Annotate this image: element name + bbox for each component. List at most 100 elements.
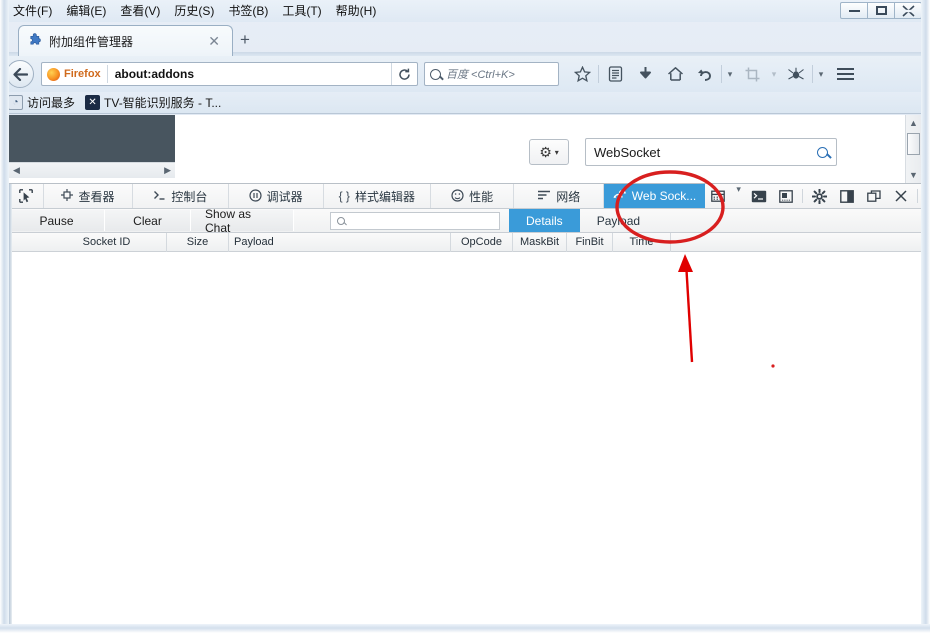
screenshot-crop-icon[interactable]	[737, 60, 767, 88]
debugger-icon	[249, 188, 262, 204]
addons-tools-menu-button[interactable]: ⚙ ▾	[529, 139, 569, 165]
devtools-panel: 查看器 控制台 调试器 {} 样式编辑器 性能 网络 Web Sock... …	[9, 183, 921, 625]
bookmark-tv-site[interactable]: ✕ TV-智能识别服务 - T...	[85, 94, 221, 111]
scrollbar-thumb[interactable]	[907, 133, 920, 155]
responsive-design-icon[interactable]	[705, 184, 732, 208]
addons-search-value: WebSocket	[594, 144, 661, 160]
reload-icon	[399, 68, 410, 80]
column-header-socket-id[interactable]: Socket ID	[47, 232, 167, 252]
addon-puzzle-icon	[27, 33, 43, 49]
bookmark-star-icon[interactable]	[567, 60, 597, 88]
undo-caret-icon[interactable]: ▾	[723, 69, 737, 80]
devtools-tab-console[interactable]: 控制台	[133, 184, 229, 208]
bookmark-label: TV-智能识别服务 - T...	[104, 96, 222, 110]
scroll-up-icon[interactable]: ▲	[906, 115, 921, 131]
separate-window-icon[interactable]	[860, 184, 887, 208]
pause-button[interactable]: Pause	[9, 210, 105, 231]
scroll-down-icon[interactable]: ▼	[906, 167, 921, 183]
addons-category-sidebar[interactable]	[9, 115, 175, 162]
minimize-icon	[848, 9, 860, 12]
scroll-right-icon[interactable]: ▶	[164, 165, 171, 176]
devtools-tab-style-editor[interactable]: { } 样式编辑器	[324, 184, 431, 208]
browser-window: 文件(F) 编辑(E) 查看(V) 历史(S) 书签(B) 工具(T) 帮助(H…	[0, 0, 930, 633]
addons-search-input[interactable]: WebSocket	[585, 138, 837, 166]
search-bar[interactable]: 百度 <Ctrl+K>	[424, 62, 559, 86]
toolbar-divider-3	[812, 65, 813, 83]
devtools-divider-2	[917, 189, 918, 203]
bookmark-most-visited[interactable]: ◔ 访问最多	[8, 94, 75, 111]
menu-item-help[interactable]: 帮助(H)	[329, 1, 384, 21]
url-input[interactable]: about:addons	[108, 67, 391, 81]
websocket-subtoolbar: Pause Clear Show as Chat Details Payload	[9, 207, 921, 235]
devtools-divider	[802, 189, 804, 203]
show-as-chat-button[interactable]: Show as Chat	[191, 207, 294, 235]
bookmark-label: 访问最多	[27, 96, 76, 110]
home-icon[interactable]	[660, 60, 690, 88]
devtools-tab-label: 网络	[556, 189, 581, 204]
back-button[interactable]	[6, 60, 34, 88]
window-frame-left	[0, 0, 9, 633]
element-picker-button[interactable]	[9, 184, 44, 208]
tab-payload[interactable]: Payload	[580, 209, 657, 232]
close-devtools-icon[interactable]	[887, 184, 914, 208]
menu-item-edit[interactable]: 编辑(E)	[59, 1, 113, 21]
inspector-icon	[61, 189, 74, 203]
websocket-frames-list[interactable]	[9, 252, 921, 624]
tab-close-icon[interactable]: ✕	[204, 33, 224, 50]
url-bar[interactable]: Firefox about:addons	[41, 62, 418, 86]
menu-bar: 文件(F) 编辑(E) 查看(V) 历史(S) 书签(B) 工具(T) 帮助(H…	[0, 0, 930, 22]
tab-details[interactable]: Details	[509, 209, 580, 232]
settings-gear-icon[interactable]	[806, 184, 833, 208]
devtools-tab-websocket[interactable]: Web Sock...	[604, 184, 706, 208]
screenshot-caret-icon[interactable]: ▾	[767, 69, 781, 80]
menu-item-tools[interactable]: 工具(T)	[275, 1, 328, 21]
column-header-time[interactable]: Time	[613, 232, 671, 252]
addons-toolbar: ⚙ ▾ WebSocket	[529, 138, 837, 166]
column-header-finbit[interactable]: FinBit	[567, 232, 613, 252]
devtools-tab-label: 调试器	[266, 189, 303, 204]
devtools-tab-label: 样式编辑器	[354, 189, 415, 204]
bookmarks-toolbar: ◔ 访问最多 ✕ TV-智能识别服务 - T...	[0, 92, 930, 114]
tab-title: 附加组件管理器	[49, 34, 134, 49]
column-header-payload[interactable]: Payload	[229, 232, 451, 252]
menu-item-bookmarks[interactable]: 书签(B)	[221, 1, 275, 21]
close-button[interactable]	[894, 2, 922, 19]
scratchpad-console-icon[interactable]	[745, 184, 772, 208]
reading-list-icon[interactable]	[600, 60, 630, 88]
column-header-maskbit[interactable]: MaskBit	[513, 232, 567, 252]
devtools-tab-debugger[interactable]: 调试器	[229, 184, 324, 208]
minimize-button[interactable]	[840, 2, 868, 19]
hamburger-menu-button[interactable]	[828, 60, 862, 88]
maximize-icon	[875, 6, 887, 15]
websocket-filter-input[interactable]	[330, 212, 500, 230]
devtools-tab-inspector[interactable]: 查看器	[44, 184, 134, 208]
eyedropper-icon[interactable]	[772, 184, 799, 208]
reload-button[interactable]	[391, 63, 417, 85]
menu-item-view[interactable]: 查看(V)	[113, 1, 167, 21]
page-vertical-scrollbar[interactable]: ▲ ▼	[905, 115, 921, 183]
new-tab-button[interactable]: +	[240, 31, 250, 48]
addons-horizontal-scrollbar[interactable]: ◀ ▶	[9, 162, 175, 178]
addon-extension-icon[interactable]	[781, 60, 811, 88]
addon-caret-icon[interactable]: ▾	[814, 69, 828, 80]
window-controls	[840, 2, 922, 19]
devtools-tab-network[interactable]: 网络	[514, 184, 605, 208]
tab-addons-manager[interactable]: 附加组件管理器 ✕	[18, 25, 233, 56]
dock-side-icon[interactable]	[833, 184, 860, 208]
toolbar-divider	[598, 65, 599, 83]
devtools-tab-performance[interactable]: 性能	[431, 184, 515, 208]
search-icon[interactable]	[817, 146, 828, 158]
responsive-caret-icon[interactable]: ▾	[732, 184, 745, 208]
column-header-opcode[interactable]: OpCode	[451, 232, 513, 252]
maximize-button[interactable]	[867, 2, 895, 19]
column-header-size[interactable]: Size	[167, 232, 229, 252]
search-placeholder: 百度 <Ctrl+K>	[446, 69, 515, 81]
scroll-left-icon[interactable]: ◀	[13, 165, 20, 176]
devtools-left-edge	[9, 184, 12, 625]
undo-icon[interactable]	[690, 60, 720, 88]
menu-item-file[interactable]: 文件(F)	[6, 1, 59, 21]
downloads-icon[interactable]	[630, 60, 660, 88]
clear-button[interactable]: Clear	[105, 210, 191, 231]
menu-item-history[interactable]: 历史(S)	[167, 1, 221, 21]
websocket-detail-tabs: Details Payload	[509, 209, 657, 232]
